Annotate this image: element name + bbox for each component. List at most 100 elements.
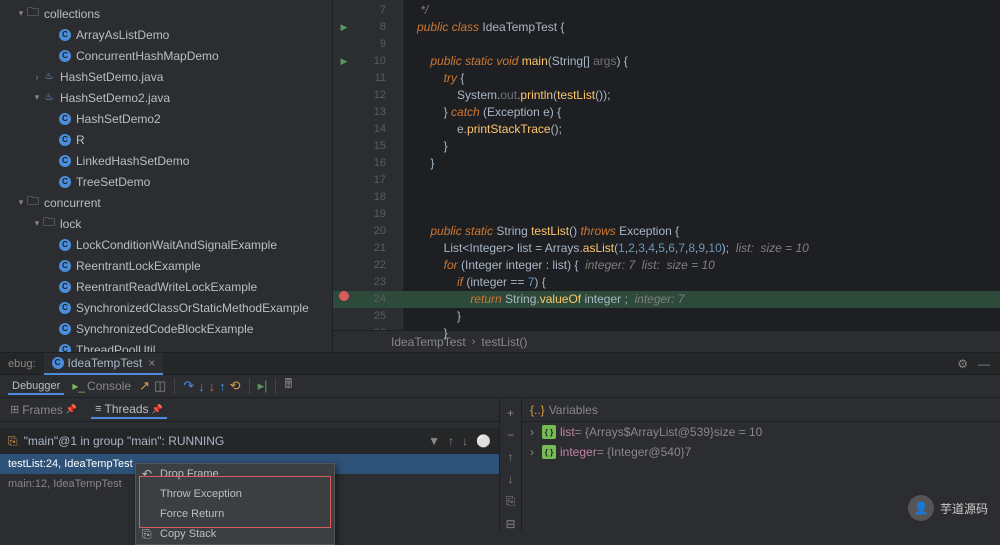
tree-item-label: ReentrantLockExample <box>76 259 201 273</box>
thread-icon: ⎘ <box>8 434 18 449</box>
down-icon[interactable]: ↓ <box>462 434 468 448</box>
pin-icon[interactable]: 📌 <box>66 404 77 415</box>
line-number: 23 <box>358 274 386 291</box>
tree-item[interactable]: ▾🗀lock <box>0 213 332 234</box>
tab-frames[interactable]: ⊞ Frames 📌 <box>6 401 81 419</box>
code-line[interactable]: 16 } <box>403 155 1000 172</box>
code-line[interactable]: 21 List<Integer> list = Arrays.asList(1,… <box>403 240 1000 257</box>
breakpoint-icon[interactable] <box>339 291 349 301</box>
chevron-right-icon[interactable]: › <box>530 425 542 439</box>
layout-icon[interactable]: ◫ <box>154 378 166 394</box>
tree-item[interactable]: CConcurrentHashMapDemo <box>0 45 332 66</box>
code-line[interactable]: 25 } <box>403 308 1000 325</box>
code-line[interactable]: 9 <box>403 36 1000 53</box>
tree-item[interactable]: ›♨HashSetDemo.java <box>0 66 332 87</box>
up-icon[interactable]: ↑ <box>508 450 514 464</box>
drop-frame-icon[interactable]: ⟲ <box>230 378 241 394</box>
tree-item[interactable]: CArrayAsListDemo <box>0 24 332 45</box>
chevron-right-icon[interactable]: › <box>530 445 542 459</box>
folder-icon: 🗀 <box>26 7 40 21</box>
breadcrumb-method[interactable]: testList() <box>481 335 527 349</box>
code-line[interactable]: 14 e.printStackTrace(); <box>403 121 1000 138</box>
step-into-icon[interactable]: ↓ <box>198 379 205 394</box>
close-icon[interactable]: × <box>148 356 155 370</box>
variable-row[interactable]: ›{ }integer = {Integer@540} 7 <box>522 442 1000 462</box>
tree-item-label: SynchronizedClassOrStaticMethodExample <box>76 301 309 315</box>
folder-icon: 🗀 <box>42 217 56 231</box>
code-line[interactable]: 23 if (integer == 7) { <box>403 274 1000 291</box>
down-icon[interactable]: ↓ <box>508 472 514 486</box>
chevron-icon[interactable]: ▾ <box>16 197 26 208</box>
chevron-icon[interactable]: › <box>32 72 42 82</box>
tree-item[interactable]: CSynchronizedCodeBlockExample <box>0 318 332 339</box>
tab-console[interactable]: ▸_Console <box>68 377 135 395</box>
filter-icon[interactable]: ⚪ <box>476 434 491 448</box>
tree-item[interactable]: ▾🗀collections <box>0 3 332 24</box>
tree-item[interactable]: CSynchronizedClassOrStaticMethodExample <box>0 297 332 318</box>
debug-file-tab[interactable]: C IdeaTempTest × <box>44 353 164 375</box>
copy-icon[interactable]: ⎘ <box>506 494 516 509</box>
run-icon[interactable]: ▶ <box>341 53 348 70</box>
class-icon: C <box>58 133 72 147</box>
chevron-icon[interactable]: ▾ <box>32 92 42 103</box>
add-icon[interactable]: + <box>507 406 514 420</box>
force-step-into-icon[interactable]: ↓ <box>209 379 216 394</box>
context-menu-item[interactable]: ⎘Copy Stack <box>136 524 334 544</box>
tab-threads[interactable]: ≡ Threads 📌 <box>91 400 167 419</box>
code-line[interactable]: 11 try { <box>403 70 1000 87</box>
variable-row[interactable]: ›{ }list = {Arrays$ArrayList@539} size =… <box>522 422 1000 442</box>
project-tree[interactable]: ▾🗀collectionsCArrayAsListDemoCConcurrent… <box>0 0 333 352</box>
tree-item[interactable]: CThreadPoolUtil <box>0 339 332 352</box>
tree-item[interactable]: CHashSetDemo2 <box>0 108 332 129</box>
pin-icon[interactable]: 📌 <box>152 404 163 415</box>
tree-item-label: ReentrantReadWriteLockExample <box>76 280 257 294</box>
tab-debugger[interactable]: Debugger <box>8 378 64 395</box>
run-to-cursor-icon[interactable]: ▸| <box>258 378 268 394</box>
run-icon[interactable]: ▶ <box>341 19 348 36</box>
code-line[interactable]: ▶8public class IdeaTempTest { <box>403 19 1000 36</box>
chevron-down-icon[interactable]: ▼ <box>428 434 440 448</box>
debug-label: ebug: <box>0 358 44 370</box>
line-number: 11 <box>358 70 386 87</box>
context-menu-item[interactable]: Throw Exception <box>136 484 334 504</box>
code-line[interactable]: 22 for (Integer integer : list) { intege… <box>403 257 1000 274</box>
code-line[interactable]: 19 <box>403 206 1000 223</box>
context-menu-item[interactable]: Force Return <box>136 504 334 524</box>
code-line[interactable]: 17 <box>403 172 1000 189</box>
code-line[interactable]: 13 } catch (Exception e) { <box>403 104 1000 121</box>
tree-item[interactable]: CLinkedHashSetDemo <box>0 150 332 171</box>
tree-item[interactable]: ▾♨HashSetDemo2.java <box>0 87 332 108</box>
up-icon[interactable]: ↑ <box>448 434 454 448</box>
remove-icon[interactable]: − <box>507 428 514 442</box>
code-line[interactable]: 18 <box>403 189 1000 206</box>
tree-item[interactable]: CReentrantLockExample <box>0 255 332 276</box>
thread-selector[interactable]: ⎘ "main"@1 in group "main": RUNNING ▼ ↑ … <box>0 428 499 454</box>
tree-item[interactable]: CTreeSetDemo <box>0 171 332 192</box>
debug-toolbar: Debugger ▸_Console ↗ ◫ ↷ ↓ ↓ ↑ ⟲ ▸| 🖩 <box>0 375 1000 398</box>
class-icon: C <box>58 322 72 336</box>
code-line[interactable]: ▶10 public static void main(String[] arg… <box>403 53 1000 70</box>
class-icon: C <box>58 175 72 189</box>
tree-item[interactable]: CR <box>0 129 332 150</box>
code-line[interactable]: 20 public static String testList() throw… <box>403 223 1000 240</box>
chevron-icon[interactable]: ▾ <box>32 218 42 229</box>
line-number: 9 <box>358 36 386 53</box>
line-number: 21 <box>358 240 386 257</box>
code-line[interactable]: 7 */ <box>403 2 1000 19</box>
minus-icon[interactable]: — <box>978 357 990 371</box>
tree-item[interactable]: ▾🗀concurrent <box>0 192 332 213</box>
open-external-icon[interactable]: ↗ <box>139 378 150 394</box>
step-over-icon[interactable]: ↷ <box>183 378 194 394</box>
step-out-icon[interactable]: ↑ <box>219 379 226 394</box>
tree-item[interactable]: CLockConditionWaitAndSignalExample <box>0 234 332 255</box>
tree-item[interactable]: CReentrantReadWriteLockExample <box>0 276 332 297</box>
chevron-icon[interactable]: ▾ <box>16 8 26 19</box>
gear-icon[interactable]: ⚙ <box>957 357 968 371</box>
code-line[interactable]: 24 return String.valueOf integer ; integ… <box>403 291 1000 308</box>
context-menu: ↶Drop FrameThrow ExceptionForce Return⎘C… <box>135 463 335 545</box>
code-editor[interactable]: 7 */▶8public class IdeaTempTest {9▶10 pu… <box>333 0 1000 352</box>
code-line[interactable]: 15 } <box>403 138 1000 155</box>
code-line[interactable]: 12 System.out.println(testList()); <box>403 87 1000 104</box>
evaluate-icon[interactable]: 🖩 <box>284 375 292 397</box>
context-menu-item[interactable]: ↶Drop Frame <box>136 464 334 484</box>
